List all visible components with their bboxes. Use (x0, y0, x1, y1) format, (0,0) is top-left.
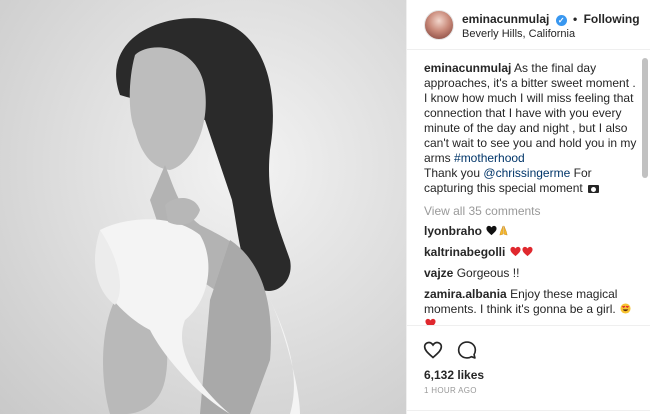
hashtag-link[interactable]: #motherhood (454, 151, 525, 165)
comment-username[interactable]: vajze (424, 266, 453, 280)
comment-row: vajze Gorgeous !! (424, 266, 637, 281)
comment-row: lyonbraho (424, 224, 637, 239)
add-comment-divider (407, 410, 650, 414)
caption-thanks-prefix: Thank you (424, 166, 481, 180)
post-details-panel: eminacunmulaj ✓ • Following Beverly Hill… (406, 0, 650, 414)
caption-text: As the final day approaches, it's a bitt… (424, 61, 637, 165)
comment-bubble-icon[interactable] (457, 340, 477, 360)
view-all-comments-link[interactable]: View all 35 comments (424, 204, 637, 218)
camera-icon (588, 185, 600, 193)
comment-username[interactable]: kaltrinabegolli (424, 245, 505, 259)
post-header: eminacunmulaj ✓ • Following Beverly Hill… (407, 0, 650, 50)
header-username[interactable]: eminacunmulaj (462, 12, 549, 26)
photo-illustration (95, 18, 300, 414)
comments-list[interactable]: eminacunmulaj As the final day approache… (407, 51, 650, 325)
heart-eyes-icon (620, 303, 631, 314)
comment-rows: lyonbraho kaltrinabegolli vajze Gorgeous… (424, 224, 637, 325)
location-link[interactable]: Beverly Hills, California (462, 28, 575, 40)
comment-text: Gorgeous !! (456, 266, 520, 280)
red-heart-icon (510, 246, 521, 257)
praying-hands-icon (498, 225, 509, 236)
red-heart-icon (425, 318, 436, 325)
comment-row: kaltrinabegolli (424, 245, 637, 260)
red-heart-icon (522, 246, 533, 257)
caption-username[interactable]: eminacunmulaj (424, 61, 511, 75)
like-count[interactable]: 6,132 likes (424, 368, 484, 382)
comment-username[interactable]: zamira.albania (424, 287, 507, 301)
black-heart-icon (486, 225, 497, 236)
caption: eminacunmulaj As the final day approache… (424, 61, 637, 196)
following-button[interactable]: Following (584, 12, 640, 26)
separator-dot: • (573, 12, 578, 26)
verified-badge-icon: ✓ (555, 15, 567, 26)
comment-row: zamira.albania Enjoy these magical momen… (424, 287, 637, 325)
header-user-line: eminacunmulaj ✓ • Following (462, 12, 640, 26)
like-heart-icon[interactable] (423, 340, 443, 360)
comment-username[interactable]: lyonbraho (424, 224, 482, 238)
action-icons (423, 340, 477, 360)
comments-scrollbar[interactable] (642, 58, 648, 178)
post-actions: 6,132 likes 1 HOUR AGO (407, 325, 650, 414)
mention-link[interactable]: @chrissingerme (483, 166, 570, 180)
post-photo[interactable] (0, 0, 406, 414)
post-timestamp[interactable]: 1 HOUR AGO (424, 386, 477, 395)
avatar[interactable] (424, 10, 454, 40)
